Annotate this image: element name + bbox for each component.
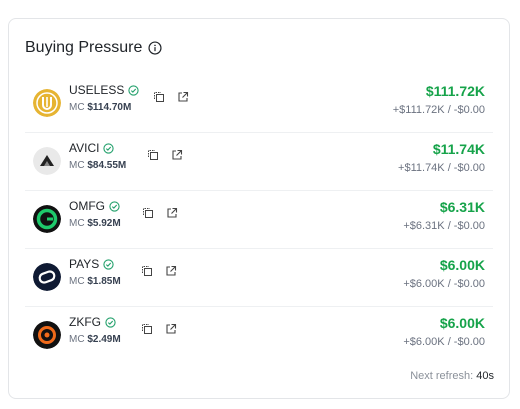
market-cap-value: $114.70M (87, 102, 132, 113)
buy-sell-detail: +$111.72K / -$0.00 (392, 104, 485, 116)
market-cap: MC $5.92M (69, 218, 121, 229)
buy-sell-detail: +$6.31K / -$0.00 (403, 220, 485, 232)
token-row[interactable]: OMFG MC $5.92M $6.31K +$6.31K / -$0.00 (25, 191, 493, 249)
buy-amount: $6.31K (439, 199, 485, 215)
token-row[interactable]: AVICI MC $84.55M $11.74K +$11.74K / -$0.… (25, 133, 493, 191)
token-row[interactable]: USELESS MC $114.70M $111.72K +$111.72K /… (25, 75, 493, 133)
verified-check-icon (103, 258, 114, 270)
copy-icon[interactable] (141, 323, 153, 335)
useless-logo (33, 89, 61, 117)
token-name-line: AVICI (69, 141, 115, 155)
external-link-icon[interactable] (166, 207, 178, 219)
market-cap-value: $5.92M (87, 218, 121, 229)
buying-pressure-card: Buying Pressure USELESS MC $114.70M $111… (8, 18, 510, 399)
token-name-line: ZKFG (69, 315, 116, 329)
copy-icon[interactable] (142, 207, 154, 219)
row-actions (153, 91, 189, 103)
token-row[interactable]: ZKFG MC $2.49M $6.00K +$6.00K / -$0.00 (25, 307, 493, 364)
copy-icon[interactable] (141, 265, 153, 277)
market-cap-label: MC (69, 276, 85, 287)
row-actions (141, 265, 177, 277)
market-cap-label: MC (69, 160, 85, 171)
token-symbol[interactable]: AVICI (69, 141, 99, 155)
market-cap-label: MC (69, 102, 85, 113)
token-symbol[interactable]: PAYS (69, 257, 99, 271)
buy-amount: $11.74K (432, 141, 485, 157)
copy-icon[interactable] (147, 149, 159, 161)
buy-sell-detail: +$6.00K / -$0.00 (403, 336, 485, 348)
row-actions (141, 323, 177, 335)
row-actions (142, 207, 178, 219)
avici-logo (33, 147, 61, 175)
buy-sell-detail: +$11.74K / -$0.00 (398, 162, 485, 174)
card-title: Buying Pressure (25, 39, 143, 56)
verified-check-icon (105, 316, 116, 328)
market-cap-value: $1.85M (87, 276, 121, 287)
token-row[interactable]: PAYS MC $1.85M $6.00K +$6.00K / -$0.00 (25, 249, 493, 307)
token-symbol[interactable]: USELESS (69, 83, 124, 97)
row-actions (147, 149, 183, 161)
token-symbol[interactable]: OMFG (69, 199, 105, 213)
refresh-label: Next refresh: (410, 370, 474, 382)
copy-icon[interactable] (153, 91, 165, 103)
market-cap-value: $2.49M (87, 334, 121, 345)
refresh-countdown: 40s (476, 370, 494, 382)
buy-amount: $6.00K (439, 315, 485, 331)
market-cap-value: $84.55M (87, 160, 127, 171)
market-cap-label: MC (69, 334, 85, 345)
buy-amount: $111.72K (425, 83, 485, 99)
verified-check-icon (109, 200, 120, 212)
market-cap: MC $2.49M (69, 334, 121, 345)
market-cap: MC $114.70M (69, 102, 131, 113)
external-link-icon[interactable] (165, 323, 177, 335)
external-link-icon[interactable] (171, 149, 183, 161)
market-cap-label: MC (69, 218, 85, 229)
market-cap: MC $84.55M (69, 160, 126, 171)
refresh-status: Next refresh: 40s (410, 370, 494, 382)
info-icon[interactable] (148, 41, 162, 55)
zkfg-logo (33, 321, 61, 349)
token-name-line: USELESS (69, 83, 139, 97)
market-cap: MC $1.85M (69, 276, 121, 287)
buy-amount: $6.00K (439, 257, 485, 273)
token-name-line: PAYS (69, 257, 114, 271)
verified-check-icon (128, 84, 139, 96)
external-link-icon[interactable] (177, 91, 189, 103)
token-list: USELESS MC $114.70M $111.72K +$111.72K /… (25, 75, 493, 364)
omfg-logo (33, 205, 61, 233)
token-symbol[interactable]: ZKFG (69, 315, 101, 329)
token-name-line: OMFG (69, 199, 120, 213)
verified-check-icon (103, 142, 115, 154)
external-link-icon[interactable] (165, 265, 177, 277)
card-header: Buying Pressure (25, 39, 162, 57)
pays-logo (33, 263, 61, 291)
buy-sell-detail: +$6.00K / -$0.00 (403, 278, 485, 290)
